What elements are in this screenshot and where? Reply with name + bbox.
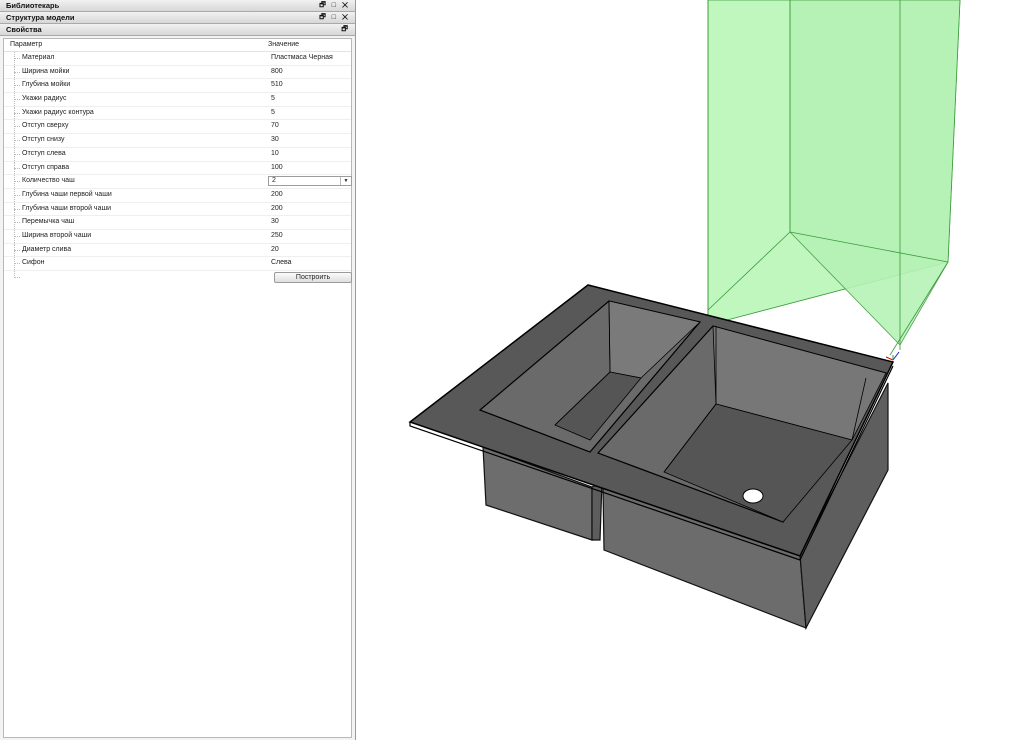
property-name: Диаметр слива [22, 245, 72, 253]
property-value[interactable]: 200 [271, 189, 283, 202]
properties-grid-header: Параметр Значение [4, 39, 351, 52]
property-row[interactable]: Глубина мойки 510 [4, 79, 351, 94]
properties-grid: Параметр Значение Материал Пластмаса Черн… [3, 38, 352, 738]
property-name: Отступ снизу [22, 136, 65, 144]
property-value[interactable]: 20 [271, 244, 279, 257]
property-name: Отступ слева [22, 149, 66, 157]
properties-panel-header[interactable]: Свойства 🗗 [0, 24, 355, 36]
property-name: Отступ справа [22, 163, 70, 171]
tree-branch [14, 181, 20, 183]
property-row[interactable]: Диаметр слива 20 [4, 243, 351, 258]
property-row[interactable]: Глубина чаши первой чаши 200 [4, 188, 351, 203]
tree-branch [14, 167, 20, 169]
properties-window-buttons[interactable]: 🗗 [341, 24, 350, 35]
tree-branch [14, 126, 20, 128]
tree-branch [14, 140, 20, 142]
property-value[interactable]: 30 [271, 134, 279, 147]
librarian-window-buttons[interactable]: 🗗 □ ✕ [319, 0, 350, 11]
scene-svg[interactable] [356, 0, 1024, 740]
property-value[interactable]: 200 [271, 203, 283, 216]
property-row[interactable]: Укажи радиус контура 5 [4, 106, 351, 121]
chevron-down-icon[interactable]: ▼ [340, 177, 351, 186]
librarian-panel-header[interactable]: Библиотекарь 🗗 □ ✕ [0, 0, 355, 12]
bounding-box [707, 0, 961, 356]
tree-branch [14, 71, 20, 73]
model-structure-title: Структура модели [6, 13, 75, 22]
bowl-count-select[interactable]: 2 ▼ [268, 176, 352, 187]
tree-branch [14, 85, 20, 87]
property-row[interactable]: Отступ сверху 70 [4, 120, 351, 135]
property-row[interactable]: Укажи радиус 5 [4, 93, 351, 107]
property-row[interactable]: Ширина второй чаши 250 [4, 229, 351, 244]
property-name: Количество чаш [22, 177, 75, 185]
model-structure-panel-header[interactable]: Структура модели 🗗 □ ✕ [0, 12, 355, 24]
property-name: Глубина чаши второй чаши [22, 204, 111, 212]
property-name: Сифон [22, 259, 45, 267]
build-button[interactable]: Построить [274, 272, 352, 283]
property-row[interactable]: Отступ слева 10 [4, 147, 351, 162]
build-row: Построить [4, 271, 352, 284]
left-panel: Библиотекарь 🗗 □ ✕ Структура модели 🗗 □ … [0, 0, 356, 740]
property-row[interactable]: Материал Пластмаса Черная [4, 52, 351, 66]
librarian-title: Библиотекарь [6, 1, 60, 10]
tree-branch [14, 153, 20, 155]
property-row[interactable]: Сифон Слева [4, 257, 351, 271]
axis-indicator [885, 351, 900, 361]
property-value[interactable]: 800 [271, 66, 283, 79]
property-name: Отступ сверху [22, 122, 69, 130]
property-row[interactable]: Перемычка чаш 30 [4, 216, 351, 230]
tree-branch [14, 112, 20, 114]
property-value[interactable]: 250 [271, 230, 283, 243]
tree-branch [14, 235, 20, 237]
tree-branch [14, 208, 20, 210]
property-name: Ширина мойки [22, 67, 70, 75]
tree-branch [14, 194, 20, 196]
property-name: Глубина чаши первой чаши [22, 190, 112, 198]
axis-z [892, 351, 900, 361]
column-header-parameter: Параметр [10, 41, 43, 48]
tree-branch [14, 222, 20, 224]
properties-title: Свойства [6, 25, 42, 34]
property-value[interactable]: 510 [271, 79, 283, 92]
axis-x [885, 356, 894, 361]
property-value[interactable]: 5 [271, 93, 275, 106]
column-header-value: Значение [268, 41, 300, 48]
property-value[interactable]: 70 [271, 120, 279, 133]
tree-branch [14, 58, 20, 59]
3d-viewport[interactable] [356, 0, 1024, 740]
property-name: Укажи радиус [22, 95, 67, 103]
tree-branch [14, 99, 20, 101]
property-name: Глубина мойки [22, 81, 71, 89]
property-value[interactable]: 10 [271, 148, 279, 161]
property-row[interactable]: Отступ снизу 30 [4, 134, 351, 148]
property-row[interactable]: Ширина мойки 800 [4, 65, 351, 80]
property-value[interactable]: 5 [271, 107, 275, 120]
bowl-count-value: 2 [272, 177, 276, 185]
property-row[interactable]: Отступ справа 100 [4, 161, 351, 176]
property-value[interactable]: 100 [271, 162, 283, 175]
property-name: Укажи радиус контура [22, 108, 94, 116]
drain-hole [742, 488, 764, 504]
property-name: Ширина второй чаши [22, 231, 92, 239]
tree-branch [14, 249, 20, 251]
property-name: Материал [22, 54, 55, 61]
property-row[interactable]: Глубина чаши второй чаши 200 [4, 202, 351, 217]
property-value[interactable]: Пластмаса Черная [271, 52, 333, 65]
properties-rows: Материал Пластмаса Черная Ширина мойки 800 Г… [4, 52, 352, 271]
tree-branch [14, 277, 20, 278]
property-name: Перемычка чаш [22, 218, 75, 226]
property-value[interactable]: 30 [271, 216, 279, 229]
model-structure-window-buttons[interactable]: 🗗 □ ✕ [319, 12, 350, 23]
property-row[interactable]: Количество чаш 2 ▼ [4, 175, 352, 189]
tree-branch [14, 263, 20, 265]
property-value[interactable]: Слева [271, 257, 292, 270]
